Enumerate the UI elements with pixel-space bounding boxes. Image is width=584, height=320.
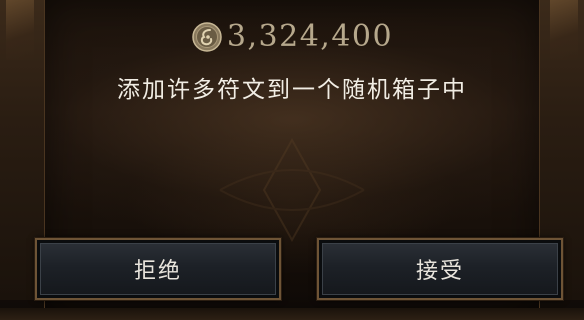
rune-purchase-dialog: 3,324,400 添加许多符文到一个随机箱子中 拒绝 接受 bbox=[0, 0, 584, 320]
decline-button-label: 拒绝 bbox=[133, 259, 182, 284]
accept-button[interactable]: 接受 bbox=[316, 237, 564, 301]
background-ornament bbox=[219, 137, 365, 243]
price-amount: 3,324,400 bbox=[226, 19, 394, 54]
accept-button-label: 接受 bbox=[415, 259, 464, 284]
price-row: 3,324,400 bbox=[0, 14, 584, 60]
gold-coin-icon bbox=[192, 22, 222, 52]
bottom-frame-edge bbox=[0, 308, 584, 320]
decline-button[interactable]: 拒绝 bbox=[34, 237, 282, 301]
offer-description: 添加许多符文到一个随机箱子中 bbox=[117, 77, 467, 103]
